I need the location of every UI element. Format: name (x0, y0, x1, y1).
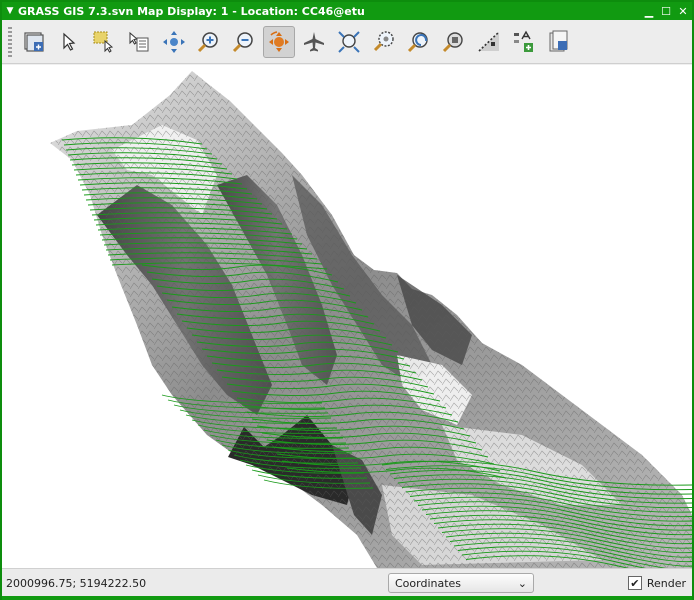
zoom-in-icon (197, 31, 218, 52)
zoom-back-icon (407, 31, 428, 52)
zoom-computational-icon (442, 31, 463, 52)
status-mode-value: Coordinates (395, 576, 462, 590)
zoom-computational-button[interactable] (438, 26, 470, 58)
render-toggle[interactable]: ✔ Render (627, 576, 692, 590)
map-display-window: ▼ GRASS GIS 7.3.svn Map Display: 1 - Loc… (0, 0, 694, 600)
save-display-button[interactable] (543, 26, 575, 58)
zoom-region-button[interactable] (368, 26, 400, 58)
select-icon (129, 31, 149, 51)
map-canvas[interactable] (2, 65, 692, 568)
maximize-icon[interactable]: ☐ (658, 3, 674, 19)
save-display-icon (549, 30, 568, 51)
chevron-down-icon: ⌄ (517, 576, 527, 590)
window-menu-icon[interactable]: ▼ (2, 6, 18, 16)
status-bar: 2000996.75; 5194222.50 Coordinates ⌄ ✔ R… (2, 568, 692, 597)
pan-icon (163, 30, 185, 53)
analyze-button[interactable] (473, 26, 505, 58)
minimize-icon[interactable]: ▁ (641, 3, 657, 19)
display-map-icon (24, 31, 44, 52)
window-bottom-border (2, 596, 692, 600)
render-label: Render (646, 576, 686, 590)
pointer-button[interactable] (53, 26, 85, 58)
query-icon (93, 31, 114, 53)
flythrough-button[interactable] (298, 26, 330, 58)
pointer-icon (63, 32, 76, 51)
analyze-icon (478, 30, 500, 52)
status-mode-select[interactable]: Coordinates ⌄ (388, 573, 534, 593)
query-button[interactable] (88, 26, 120, 58)
rotate-icon (269, 30, 289, 52)
rotate-button[interactable] (263, 25, 295, 58)
coordinates-readout: 2000996.75; 5194222.50 (6, 576, 147, 590)
map-toolbar (2, 20, 692, 64)
terrain-3d-view (50, 71, 692, 568)
zoom-out-icon (232, 31, 253, 52)
flythrough-icon (304, 31, 324, 51)
title-bar: ▼ GRASS GIS 7.3.svn Map Display: 1 - Loc… (2, 2, 692, 20)
overlay-button[interactable] (508, 26, 540, 58)
zoom-back-button[interactable] (403, 26, 435, 58)
toolbar-grip[interactable] (8, 26, 12, 57)
close-icon[interactable]: ✕ (675, 3, 691, 19)
zoom-out-button[interactable] (228, 26, 260, 58)
zoom-in-button[interactable] (193, 26, 225, 58)
display-map-button[interactable] (18, 26, 50, 58)
window-title: GRASS GIS 7.3.svn Map Display: 1 - Locat… (18, 4, 365, 18)
overlay-icon (514, 30, 533, 52)
pan-button[interactable] (158, 26, 190, 58)
zoom-region-icon (373, 30, 394, 51)
zoom-extent-icon (338, 30, 360, 53)
zoom-extent-button[interactable] (333, 26, 365, 58)
select-button[interactable] (123, 26, 155, 58)
render-checkbox[interactable]: ✔ (627, 576, 642, 590)
